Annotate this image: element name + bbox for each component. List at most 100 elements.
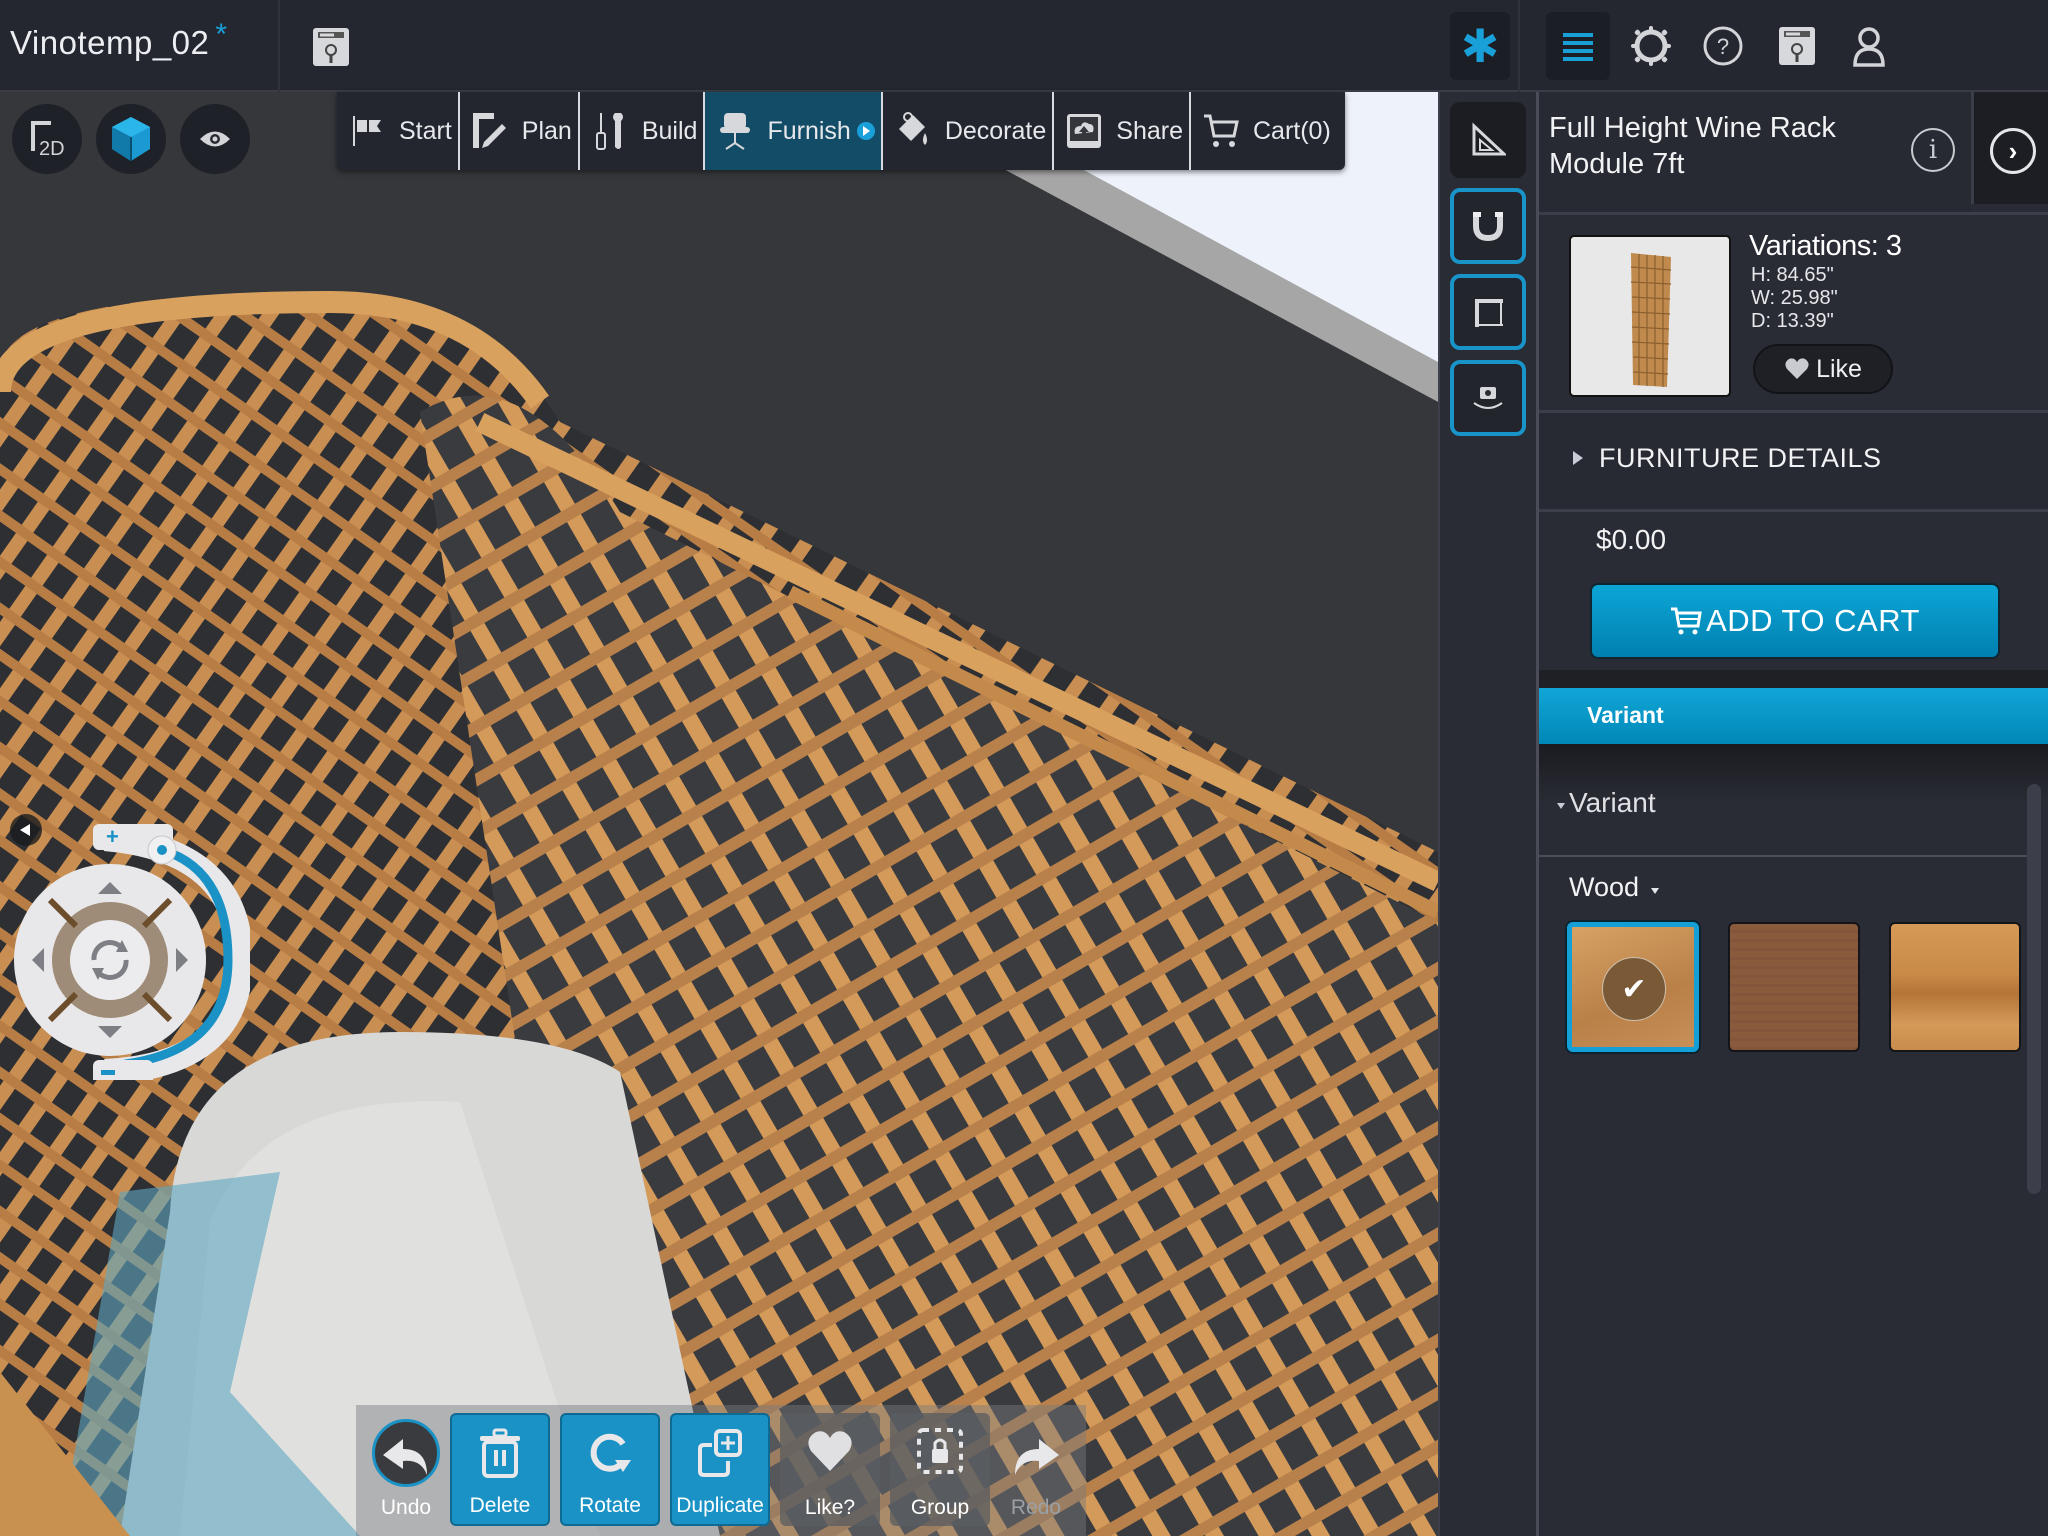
dimension-depth: D: 13.39" <box>1751 310 1834 332</box>
divider <box>1539 855 2039 857</box>
set-square-icon <box>1472 122 1506 156</box>
undo-button[interactable]: Undo <box>356 1413 456 1526</box>
item-title: Full Height Wine Rack Module 7ft <box>1549 112 1836 180</box>
next-item-area: › <box>1971 92 2048 204</box>
tab-label: Decorate <box>944 116 1047 145</box>
tab-decorate[interactable]: Decorate <box>883 92 1055 170</box>
tools-icon <box>595 113 623 150</box>
save-icon[interactable] <box>310 26 352 68</box>
user-icon <box>1853 27 1885 67</box>
bottom-toolbar: Undo Delete Rotate Duplicate Like? Group… <box>356 1405 1086 1536</box>
tab-label: Furnish <box>767 116 851 145</box>
divider <box>1518 0 1520 92</box>
dimensions-tool-button[interactable] <box>1450 274 1526 350</box>
item-thumbnail <box>1569 235 1731 397</box>
menu-button[interactable] <box>1546 12 1610 80</box>
add-to-cart-label: ADD TO CART <box>1706 603 1920 638</box>
trash-icon <box>480 1428 520 1478</box>
dimension-width: W: 25.98" <box>1751 287 1838 309</box>
panel-header: Full Height Wine Rack Module 7ft i <box>1539 92 1971 212</box>
chevron-right-icon: › <box>2008 135 2018 166</box>
delete-button[interactable]: Delete <box>450 1413 550 1526</box>
delete-label: Delete <box>469 1494 531 1517</box>
redo-icon <box>1015 1439 1059 1475</box>
ruler-frame-icon <box>1475 299 1503 327</box>
like-toggle-button[interactable]: Like? <box>780 1413 880 1526</box>
variant-section-toggle[interactable]: Variant <box>1569 787 1656 819</box>
heart-icon <box>808 1431 852 1471</box>
redo-label: Redo <box>1010 1496 1062 1519</box>
heart-icon <box>1785 358 1809 379</box>
camera-nav-widget: + <box>10 810 254 1086</box>
cart-icon <box>1671 607 1702 635</box>
tab-label: Build <box>641 116 698 145</box>
measure-tool-button[interactable] <box>1450 102 1526 178</box>
camera-tool-button[interactable] <box>1450 360 1526 436</box>
swatch-golden-wood[interactable] <box>1889 922 2021 1052</box>
account-button[interactable] <box>1847 24 1891 68</box>
info-button[interactable]: i <box>1911 128 1955 172</box>
duplicate-icon <box>698 1429 742 1477</box>
view-3d-button[interactable] <box>96 104 166 174</box>
main-nav-tabs: Start Plan Build Furnish Decorate Share … <box>337 92 1345 170</box>
help-button[interactable]: ? <box>1701 24 1745 68</box>
group-label: Group <box>910 1496 970 1519</box>
snap-tool-button[interactable] <box>1450 188 1526 264</box>
camera-rotate-icon <box>1473 387 1503 409</box>
settings-button[interactable] <box>1629 24 1673 68</box>
next-item-button[interactable]: › <box>1990 128 2036 174</box>
svg-text:?: ? <box>1717 34 1729 59</box>
project-name: Vinotemp_02 <box>10 24 210 61</box>
tab-start[interactable]: Start <box>337 92 460 170</box>
help-icon: ? <box>1703 26 1743 66</box>
duplicate-button[interactable]: Duplicate <box>670 1413 770 1526</box>
asterisk-button[interactable]: ✱ <box>1450 12 1510 80</box>
save-button[interactable] <box>1775 24 1819 68</box>
wood-dropdown[interactable]: Wood <box>1569 872 1639 903</box>
tab-cart[interactable]: Cart(0) <box>1191 92 1337 170</box>
variant-tab[interactable]: Variant <box>1539 688 2048 744</box>
play-indicator-icon <box>856 122 875 140</box>
tab-label: Cart(0) <box>1252 116 1331 145</box>
tab-share[interactable]: Share <box>1054 92 1191 170</box>
group-button[interactable]: Group <box>890 1413 990 1526</box>
tab-furnish[interactable]: Furnish <box>705 92 883 170</box>
redo-button[interactable]: Redo <box>986 1413 1086 1526</box>
cart-icon <box>1203 114 1239 147</box>
flag-icon <box>353 116 381 146</box>
svg-text:2D: 2D <box>39 138 65 160</box>
tab-build[interactable]: Build <box>580 92 706 170</box>
tool-column <box>1438 92 1536 1536</box>
project-title: Vinotemp_02 * <box>10 18 228 62</box>
tab-plan[interactable]: Plan <box>460 92 580 170</box>
divider <box>1539 212 2048 215</box>
divider <box>1539 509 2048 512</box>
expand-arrow-icon <box>1573 451 1583 465</box>
swatch-dark-wood[interactable] <box>1728 922 1860 1052</box>
svg-text:+: + <box>106 824 119 849</box>
panel-scrollbar[interactable] <box>2027 784 2041 1194</box>
save-icon <box>1779 27 1815 65</box>
undo-icon <box>383 1439 427 1475</box>
like-button[interactable]: Like <box>1753 344 1893 394</box>
view-2d-button[interactable]: 2D <box>12 104 82 174</box>
unsaved-marker: * <box>215 18 228 51</box>
variant-tab-label: Variant <box>1587 702 1664 728</box>
rotate-button[interactable]: Rotate <box>560 1413 660 1526</box>
3d-cube-icon <box>112 117 150 161</box>
furniture-details-toggle[interactable]: FURNITURE DETAILS <box>1539 413 2048 509</box>
cloud-upload-icon <box>1067 114 1102 148</box>
add-to-cart-button[interactable]: ADD TO CART <box>1590 583 2000 659</box>
pencil-ruler-icon <box>472 113 506 148</box>
swatch-natural-wood[interactable]: ✔ <box>1567 922 1699 1052</box>
divider <box>278 0 280 92</box>
chevron-down-icon <box>1651 888 1659 894</box>
asterisk-icon: ✱ <box>1460 20 1500 72</box>
info-icon: i <box>1928 135 1938 165</box>
3d-viewport[interactable]: 2D + <box>0 92 1438 1536</box>
item-price: $0.00 <box>1596 524 1667 555</box>
like-label: Like <box>1816 354 1862 383</box>
tab-label: Share <box>1116 116 1183 145</box>
view-walkthrough-button[interactable] <box>180 104 250 174</box>
top-bar: Vinotemp_02 * ✱ ? <box>0 0 2048 92</box>
